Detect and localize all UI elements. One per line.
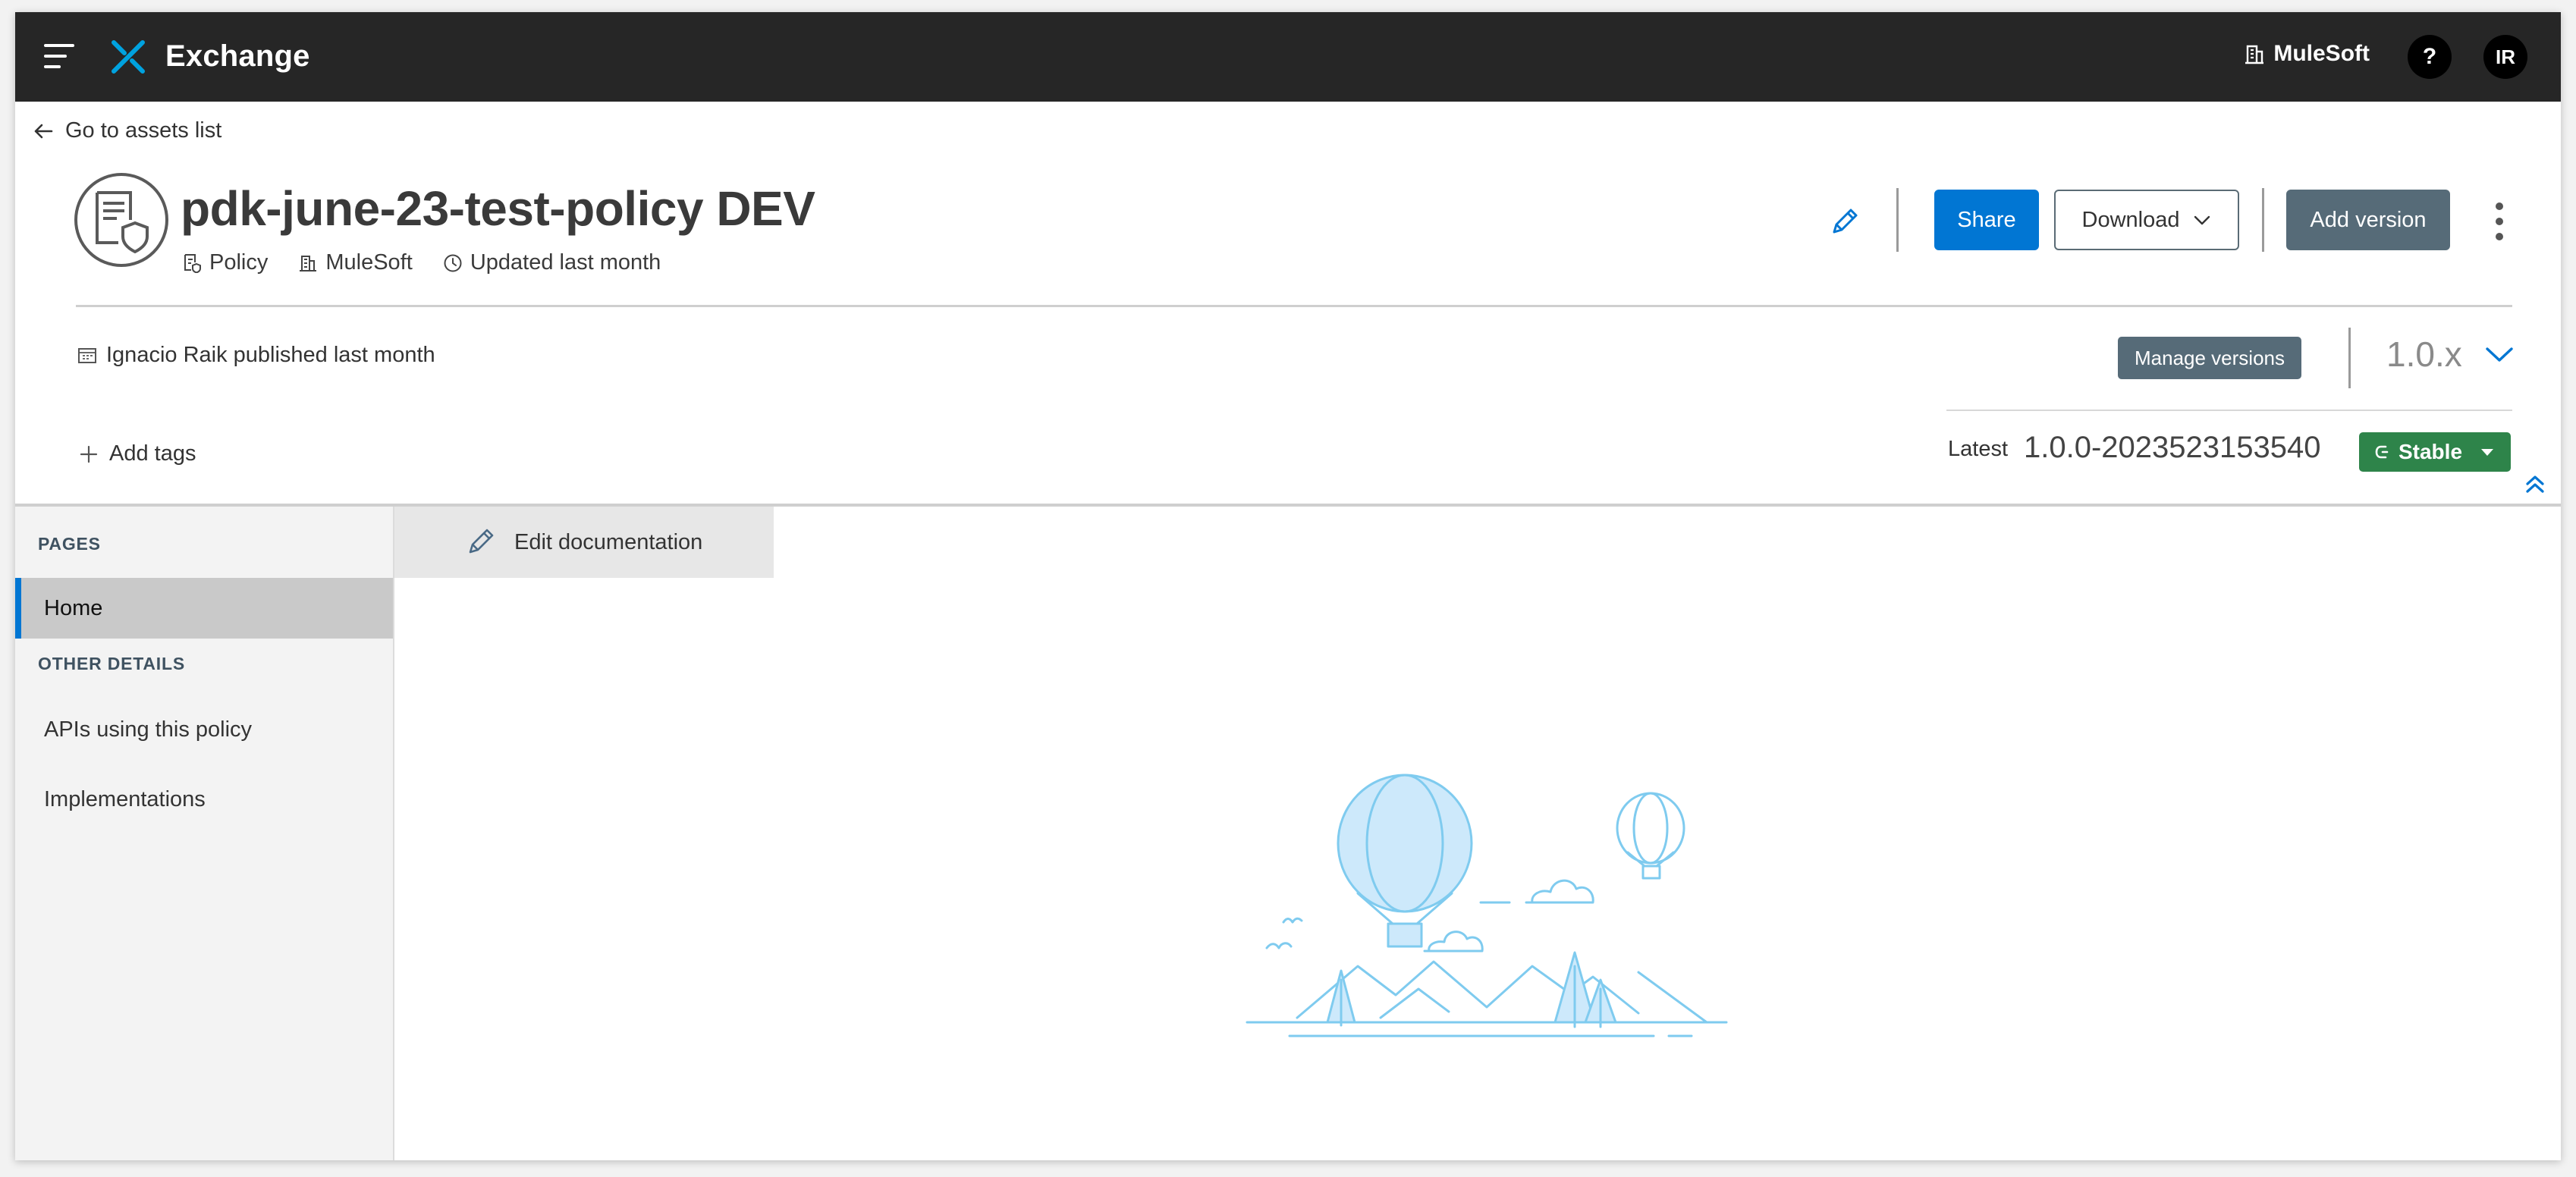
building-icon <box>2245 45 2264 64</box>
policy-document-shield-icon <box>96 191 149 253</box>
user-avatar[interactable]: IR <box>2483 35 2527 79</box>
exchange-logo-icon <box>112 40 145 74</box>
app-title: Exchange <box>165 39 310 73</box>
asset-type-label: Policy <box>209 250 269 275</box>
manage-versions-button[interactable]: Manage versions <box>2118 337 2301 379</box>
stable-status-dropdown[interactable]: Stable <box>2359 432 2511 472</box>
latest-version: 1.0.0-2023523153540 <box>2024 431 2321 464</box>
version-selector[interactable]: 1.0.x <box>2386 334 2514 375</box>
asset-title: pdk-june-23-test-policy DEV <box>181 181 815 236</box>
share-button[interactable]: Share <box>1934 190 2039 250</box>
help-button[interactable]: ? <box>2408 35 2452 79</box>
add-version-button[interactable]: Add version <box>2286 190 2450 250</box>
clock-icon <box>444 254 462 271</box>
left-sidebar: PAGES Home OTHER DETAILS APIs using this… <box>15 507 394 1160</box>
lifecycle-icon <box>2375 445 2389 459</box>
arrow-left-icon <box>34 124 53 138</box>
asset-updated: Updated last month <box>443 250 661 275</box>
building-icon <box>300 255 317 271</box>
latest-label: Latest <box>1948 437 2008 461</box>
version-separator <box>2348 328 2351 388</box>
top-navigation-bar: Exchange MuleSoft ? IR <box>15 12 2561 102</box>
more-options-icon[interactable] <box>2488 200 2511 243</box>
go-to-assets-list-link[interactable]: Go to assets list <box>32 118 221 143</box>
pages-heading: PAGES <box>38 534 101 554</box>
policy-asset-icon <box>74 173 168 267</box>
hamburger-menu-icon[interactable] <box>44 42 76 70</box>
edit-asset-pencil-icon[interactable] <box>1827 203 1863 240</box>
back-link-label: Go to assets list <box>65 118 222 143</box>
pencil-icon <box>469 529 494 554</box>
caret-down-icon <box>2481 449 2494 456</box>
selected-version: 1.0.x <box>2386 334 2462 374</box>
asset-organization-label: MuleSoft <box>325 250 413 275</box>
empty-state-hot-air-balloon-illustration <box>1246 774 1728 1037</box>
stable-badge-label: Stable <box>2398 440 2463 463</box>
chevron-down-icon <box>2194 215 2210 225</box>
version-divider <box>1946 410 2512 411</box>
sidebar-item-implementations[interactable]: Implementations <box>15 769 393 830</box>
asset-meta-row: Policy MuleSoft Updated last month <box>182 250 691 275</box>
asset-updated-label: Updated last month <box>470 250 661 275</box>
chevron-down-icon <box>2486 347 2513 362</box>
publisher-text: Ignacio Raik published last month <box>106 343 435 367</box>
other-details-heading: OTHER DETAILS <box>38 654 185 673</box>
asset-type: Policy <box>182 250 268 275</box>
organization-switcher[interactable]: MuleSoft <box>2243 41 2370 67</box>
plus-icon <box>80 445 98 463</box>
exchange-window: Exchange MuleSoft ? IR Go to assets list… <box>15 12 2561 1160</box>
policy-icon <box>184 253 201 273</box>
add-tags-button[interactable]: Add tags <box>79 441 196 466</box>
sidebar-item-apis-using-this-policy[interactable]: APIs using this policy <box>15 699 393 760</box>
asset-organization: MuleSoft <box>298 250 413 275</box>
header-divider <box>76 305 2512 307</box>
download-dropdown-button[interactable]: Download <box>2054 190 2239 250</box>
toolbar-separator <box>1896 188 1899 252</box>
add-tags-label: Add tags <box>109 441 196 466</box>
edit-documentation-button[interactable]: Edit documentation <box>394 507 774 578</box>
collapse-header-icon[interactable] <box>2523 472 2547 496</box>
edit-documentation-label: Edit documentation <box>514 529 703 554</box>
download-button-label: Download <box>2081 207 2180 232</box>
sidebar-item-home[interactable]: Home <box>15 578 393 639</box>
organization-name: MuleSoft <box>2273 41 2370 66</box>
publisher-info: Ignacio Raik published last month <box>77 343 435 368</box>
toolbar-separator <box>2262 188 2264 252</box>
calendar-icon <box>78 347 96 363</box>
